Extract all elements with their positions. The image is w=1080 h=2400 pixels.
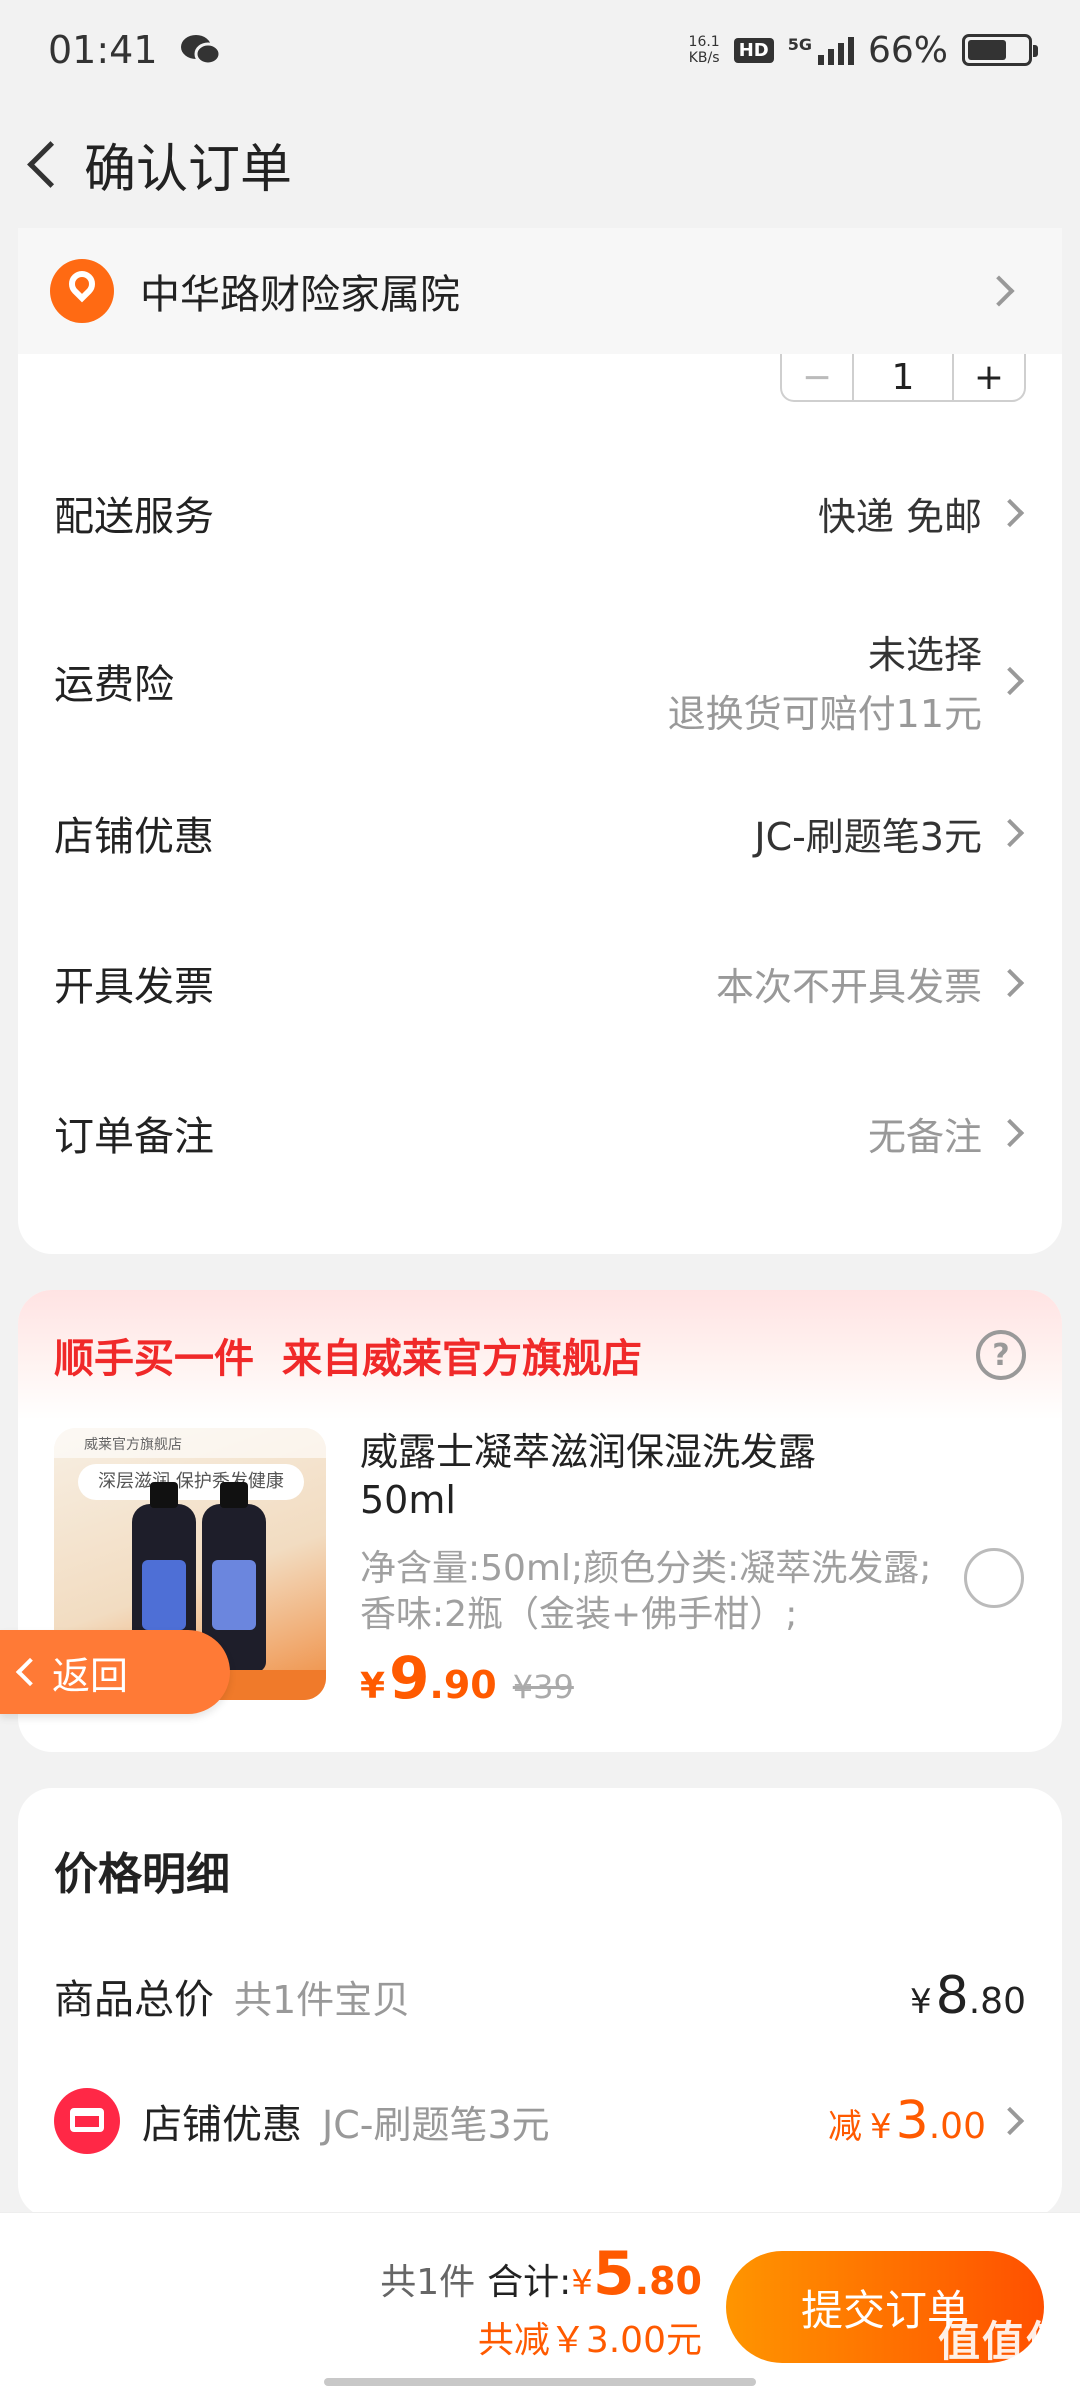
chevron-right-icon (995, 2106, 1025, 2136)
chevron-right-icon (995, 968, 1025, 998)
net-speed: 16.1 KB/s (689, 34, 720, 66)
price-decimal: .90 (429, 1663, 497, 1707)
addon-header: 顺手买一件 来自威莱官方旗舰店 ? (18, 1290, 1062, 1420)
quantity-value[interactable]: 1 (854, 354, 952, 400)
location-pin-icon (50, 259, 114, 323)
product-spec: 净含量:50ml;颜色分类:凝萃洗发露;香味:2瓶（金装+佛手柑）; (360, 1548, 932, 1635)
chevron-left-icon (15, 1657, 45, 1687)
saved-amount: 共减￥3.00元 (477, 2320, 702, 2361)
nav-bar: 确认订单 (0, 100, 1080, 228)
order-options-card: − 1 + 配送服务 快递 免邮 运费险 未选择 退换货可赔付11元 店铺优惠 … (18, 354, 1062, 1254)
shipping-insurance-status: 未选择 (867, 633, 982, 677)
order-note-label: 订单备注 (54, 1114, 214, 1160)
price-integer: 9 (389, 1644, 430, 1712)
quantity-plus-button[interactable]: + (952, 354, 1024, 400)
address-text: 中华路财险家属院 (140, 272, 460, 318)
shop-discount-label: 店铺优惠 (142, 2102, 302, 2148)
order-totals: 共1件 合计: ¥ 5 .80 共减￥3.00元 (380, 2239, 702, 2363)
quantity-minus-button[interactable]: − (782, 354, 854, 400)
status-indicators: 16.1 KB/s HD 5G 66% (689, 29, 1038, 71)
battery-icon (962, 34, 1038, 66)
address-bar[interactable]: 中华路财险家属院 (18, 228, 1062, 354)
quantity-stepper: − 1 + (780, 354, 1026, 402)
net-speed-value: 16.1 (688, 34, 720, 50)
shipping-insurance-value: 未选择 退换货可赔付11元 (668, 624, 982, 738)
shop-discount-amount: 减 ¥ 3 .00 (828, 2091, 986, 2151)
total-label: 合计: (487, 2262, 572, 2303)
shop-discount-note: JC-刷题笔3元 (322, 2102, 550, 2147)
goods-total-amount: ¥ 8 .80 (910, 1966, 1026, 2026)
status-bar: 01:41 16.1 KB/s HD 5G 66% (0, 0, 1080, 100)
delivery-value: 快递 免邮 (817, 494, 982, 539)
page-title: 确认订单 (84, 139, 293, 200)
addon-title: 顺手买一件 (54, 1336, 254, 1382)
wechat-icon (180, 33, 222, 67)
amount-integer: 8 (935, 1966, 969, 2026)
floating-back-label: 返回 (52, 1653, 129, 1698)
floating-back-button[interactable]: 返回 (0, 1630, 230, 1714)
currency-symbol: ¥ (571, 2263, 593, 2303)
delivery-label: 配送服务 (54, 494, 214, 540)
watermark-main: 值值值 (937, 2317, 1070, 2366)
price-detail-title: 价格明细 (54, 1849, 230, 1900)
total-decimal: .80 (634, 2259, 702, 2303)
network-type: 5G (787, 35, 812, 54)
watermark: 值值值 zhizhizhi.com (938, 2308, 1070, 2390)
currency-symbol: ¥ (870, 2107, 892, 2147)
addon-shop: 来自威莱官方旗舰店 (282, 1336, 642, 1382)
currency-symbol: ¥ (910, 1982, 932, 2022)
goods-total-note: 共1件宝贝 (234, 1977, 411, 2022)
goods-total-row: 商品总价 共1件宝贝 ¥ 8 .80 (54, 1966, 1026, 2026)
shipping-insurance-label: 运费险 (54, 662, 174, 708)
product-price: ¥ 9 .90 ¥39 (360, 1644, 574, 1712)
battery-percent: 66% (867, 29, 948, 71)
goods-total-label: 商品总价 (54, 1977, 214, 2023)
chevron-right-icon (983, 275, 1015, 307)
shop-discount-row[interactable]: 店铺优惠 JC-刷题笔3元 减 ¥ 3 .00 (54, 2088, 1026, 2154)
shop-icon (54, 2088, 120, 2154)
shop-coupon-label: 店铺优惠 (54, 814, 214, 860)
back-arrow-icon[interactable] (22, 144, 62, 184)
help-icon[interactable]: ? (976, 1330, 1026, 1380)
invoice-row[interactable]: 开具发票 本次不开具发票 (54, 954, 1026, 1012)
product-name: 威露士凝萃滋润保湿洗发露50ml (360, 1430, 817, 1522)
battery-fill (968, 40, 1007, 60)
shop-coupon-value: JC-刷题笔3元 (754, 814, 982, 859)
shop-coupon-row[interactable]: 店铺优惠 JC-刷题笔3元 (54, 804, 1026, 862)
shipping-insurance-row[interactable]: 运费险 未选择 退换货可赔付11元 (54, 624, 1026, 738)
order-note-value: 无备注 (867, 1114, 982, 1159)
chevron-right-icon (995, 666, 1025, 696)
amount-decimal: .00 (928, 2106, 986, 2147)
reduce-label: 减 (828, 2107, 862, 2147)
net-speed-unit: KB/s (688, 50, 720, 66)
hd-icon: HD (733, 37, 774, 63)
watermark-sub: zhizhizhi.com (943, 2369, 1065, 2390)
home-indicator[interactable] (324, 2378, 756, 2386)
invoice-value: 本次不开具发票 (715, 964, 982, 1009)
product-image-banner: 深层滋润 保护秀发健康 (78, 1464, 304, 1500)
price-detail-card: 价格明细 商品总价 共1件宝贝 ¥ 8 .80 店铺优惠 JC-刷题笔3元 减 … (18, 1788, 1062, 2218)
chevron-right-icon (995, 818, 1025, 848)
amount-decimal: .80 (968, 1981, 1026, 2022)
total-integer: 5 (592, 2239, 635, 2309)
delivery-row[interactable]: 配送服务 快递 免邮 (54, 484, 1026, 542)
signal-icon: 5G (788, 35, 854, 65)
amount-integer: 3 (895, 2091, 929, 2151)
original-price: ¥39 (512, 1668, 574, 1706)
shipping-insurance-note: 退换货可赔付11元 (667, 692, 982, 736)
product-image-store: 威莱官方旗舰店 (54, 1428, 326, 1458)
select-radio[interactable] (964, 1548, 1024, 1608)
chevron-right-icon (995, 1118, 1025, 1148)
chevron-right-icon (995, 498, 1025, 528)
order-note-row[interactable]: 订单备注 无备注 (54, 1104, 1026, 1162)
item-count: 共1件 (380, 2262, 476, 2303)
status-time: 01:41 (48, 28, 158, 72)
price-symbol: ¥ (360, 1666, 386, 1707)
invoice-label: 开具发票 (54, 964, 214, 1010)
bottom-bar: 共1件 合计: ¥ 5 .80 共减￥3.00元 提交订单 值值值 zhizhi… (0, 2212, 1080, 2400)
